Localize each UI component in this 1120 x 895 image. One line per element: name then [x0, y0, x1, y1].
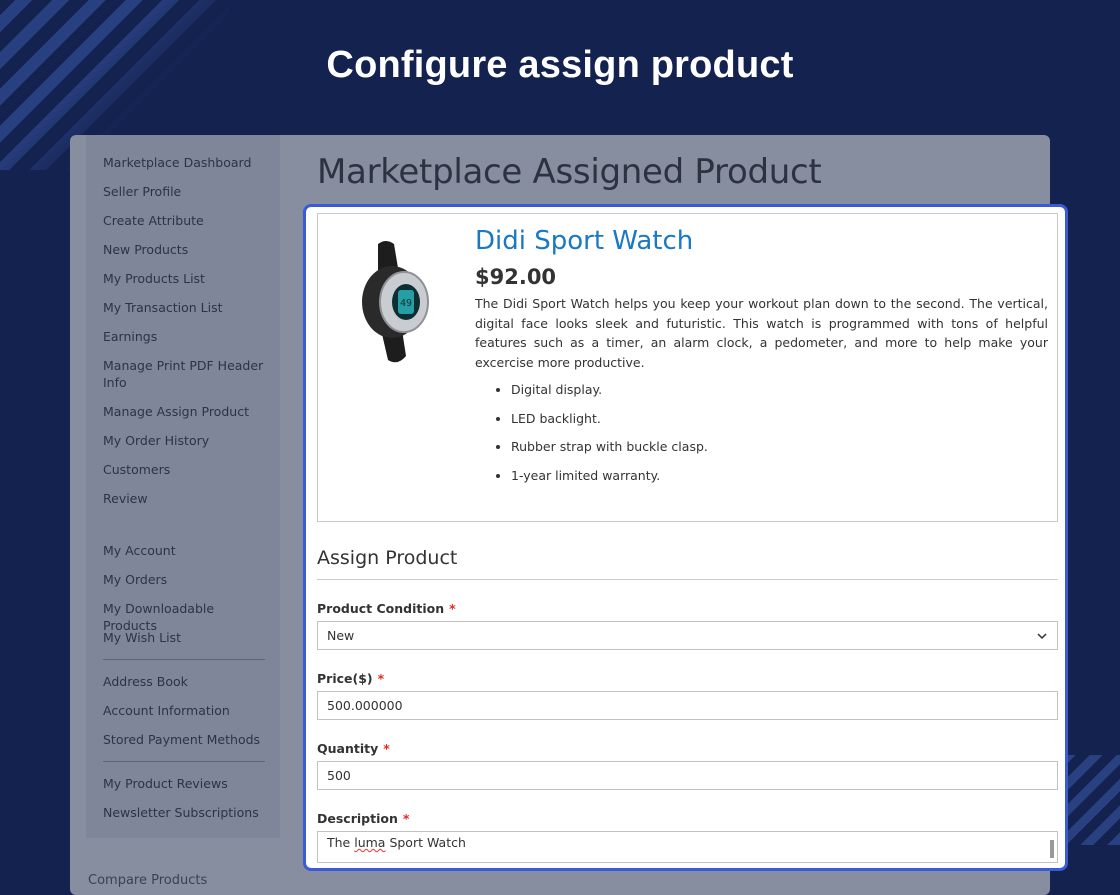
- list-item: 1-year limited warranty.: [511, 466, 708, 495]
- banner-title: Configure assign product: [326, 44, 794, 86]
- sidebar-item-stored-payment-methods[interactable]: Stored Payment Methods: [103, 731, 268, 748]
- field-label-text: Quantity: [317, 741, 379, 756]
- sidebar-item-my-order-history[interactable]: My Order History: [103, 432, 268, 449]
- product-condition-select[interactable]: New: [317, 621, 1058, 650]
- sidebar-item-my-wish-list[interactable]: My Wish List: [103, 629, 268, 646]
- price-input[interactable]: 500.000000: [317, 691, 1058, 720]
- sidebar-item-my-orders[interactable]: My Orders: [103, 571, 268, 588]
- sidebar-item-address-book[interactable]: Address Book: [103, 673, 268, 690]
- chevron-down-icon: [1037, 633, 1047, 640]
- price-label: Price($) *: [317, 671, 384, 686]
- field-label-text: Product Condition: [317, 601, 445, 616]
- textarea-scrollbar[interactable]: [1050, 840, 1054, 858]
- sidebar-item-create-attribute[interactable]: Create Attribute: [103, 212, 268, 229]
- product-description: The Didi Sport Watch helps you keep your…: [475, 296, 1048, 370]
- page-title: Marketplace Assigned Product: [317, 152, 822, 192]
- sidebar-item-manage-assign-product[interactable]: Manage Assign Product: [103, 403, 268, 420]
- sidebar-item-my-product-reviews[interactable]: My Product Reviews: [103, 775, 268, 792]
- list-item: Rubber strap with buckle clasp.: [511, 437, 708, 466]
- required-marker: *: [449, 601, 456, 616]
- description-label: Description *: [317, 811, 409, 826]
- sidebar-item-my-products-list[interactable]: My Products List: [103, 270, 268, 287]
- required-marker: *: [402, 811, 410, 826]
- product-features: Digital display. LED backlight. Rubber s…: [475, 380, 708, 494]
- sidebar-item-earnings[interactable]: Earnings: [103, 328, 268, 345]
- sidebar-item-customers[interactable]: Customers: [103, 461, 268, 478]
- sidebar-item-account-information[interactable]: Account Information: [103, 702, 268, 719]
- selected-value: New: [327, 628, 355, 643]
- field-label-text: Price($): [317, 671, 373, 686]
- sidebar-item-seller-profile[interactable]: Seller Profile: [103, 183, 268, 200]
- quantity-label: Quantity *: [317, 741, 390, 756]
- required-marker: *: [383, 741, 390, 756]
- sidebar-item-my-transaction-list[interactable]: My Transaction List: [103, 299, 268, 316]
- textarea-text: Sport Watch: [385, 835, 466, 850]
- textarea-text: The: [327, 835, 355, 850]
- assign-product-heading: Assign Product: [317, 547, 458, 569]
- sidebar-item-newsletter-subscriptions[interactable]: Newsletter Subscriptions: [103, 804, 268, 821]
- quantity-input[interactable]: 500: [317, 761, 1058, 790]
- list-item: Digital display.: [511, 380, 708, 409]
- account-sidebar: Marketplace Dashboard Seller Profile Cre…: [86, 135, 280, 838]
- sidebar-item-new-products[interactable]: New Products: [103, 241, 268, 258]
- svg-text:49: 49: [400, 298, 412, 309]
- product-info-box: 49 Didi Sport Watch $92.00 The Didi Spor…: [317, 213, 1058, 522]
- sidebar-item-manage-print-pdf-header-info[interactable]: Manage Print PDF Header Info: [103, 357, 268, 391]
- sidebar-divider: [103, 659, 265, 660]
- product-price: $92.00: [475, 265, 557, 289]
- compare-products-heading: Compare Products: [88, 873, 208, 888]
- assign-product-highlight: 49 Didi Sport Watch $92.00 The Didi Spor…: [303, 204, 1068, 871]
- description-textarea[interactable]: The luma Sport Watch: [317, 831, 1058, 863]
- field-label-text: Description: [317, 811, 398, 826]
- list-item: LED backlight.: [511, 409, 708, 438]
- sidebar-item-review[interactable]: Review: [103, 490, 268, 507]
- product-condition-label: Product Condition *: [317, 601, 456, 616]
- misspelled-word: luma: [354, 835, 386, 850]
- required-marker: *: [377, 671, 385, 686]
- sidebar-divider: [103, 761, 265, 762]
- watch-icon: 49: [362, 241, 429, 363]
- sidebar-item-marketplace-dashboard[interactable]: Marketplace Dashboard: [103, 154, 268, 171]
- product-name-link[interactable]: Didi Sport Watch: [475, 226, 693, 256]
- sidebar-item-my-account[interactable]: My Account: [103, 542, 268, 559]
- section-divider: [317, 579, 1058, 580]
